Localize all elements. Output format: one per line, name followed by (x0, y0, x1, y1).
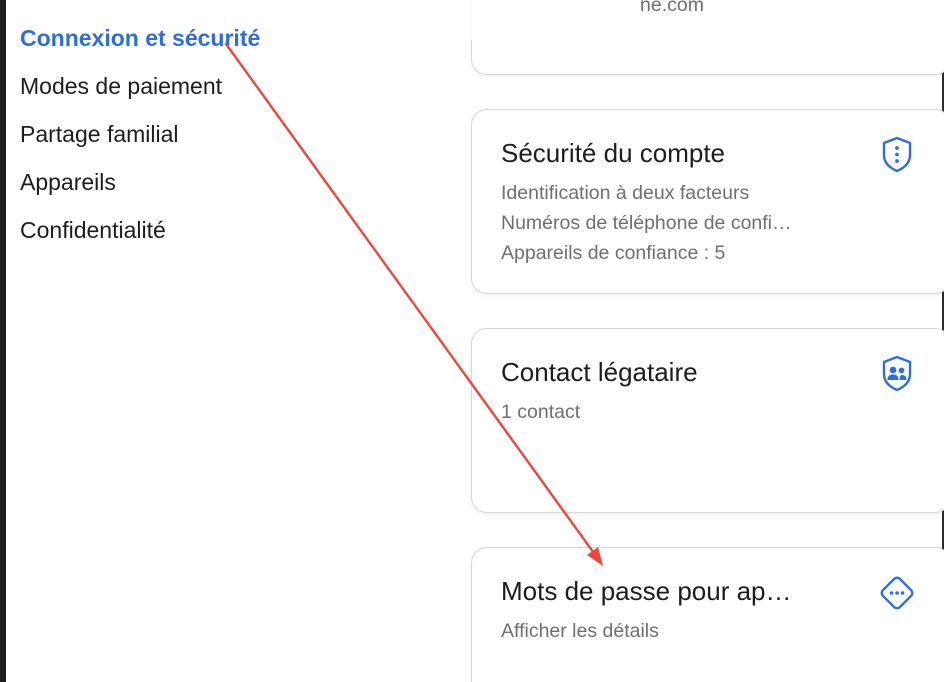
card-detail-line: Identification à deux facteurs (501, 182, 750, 204)
shield-dots-icon (882, 136, 912, 173)
window-edge-left (0, 0, 6, 682)
card-detail-line: Numéros de téléphone de confi… (501, 212, 792, 234)
card-detail-line: Appareils de confiance : 5 (501, 242, 726, 264)
sidebar-item-modes-paiement[interactable]: Modes de paiement (20, 62, 260, 110)
sidebar-item-connexion-securite[interactable]: Connexion et sécurité (20, 14, 260, 62)
sidebar-item-partage-familial[interactable]: Partage familial (20, 110, 260, 158)
shield-people-icon (882, 355, 912, 392)
card-detail-line: 1 contact (501, 401, 581, 423)
sidebar-item-confidentialite[interactable]: Confidentialité (20, 206, 260, 254)
app-passwords-card[interactable]: Mots de passe pour ap… Afficher les déta… (471, 547, 944, 682)
email-partial-text: ne.com (640, 0, 704, 16)
sidebar-item-appareils[interactable]: Appareils (20, 158, 260, 206)
legacy-contact-card[interactable]: Contact légataire 1 contact (471, 328, 944, 513)
card-title: Contact légataire (501, 357, 698, 387)
diamond-dots-icon (880, 576, 914, 610)
card-detail-line: Afficher les détails (501, 620, 659, 642)
page: Connexion et sécurité Modes de paiement … (0, 0, 944, 682)
account-security-card[interactable]: Sécurité du compte Identification à deux… (471, 109, 944, 294)
sidebar: Connexion et sécurité Modes de paiement … (20, 14, 260, 254)
card-title: Sécurité du compte (501, 138, 726, 168)
card-title: Mots de passe pour ap… (501, 576, 792, 606)
